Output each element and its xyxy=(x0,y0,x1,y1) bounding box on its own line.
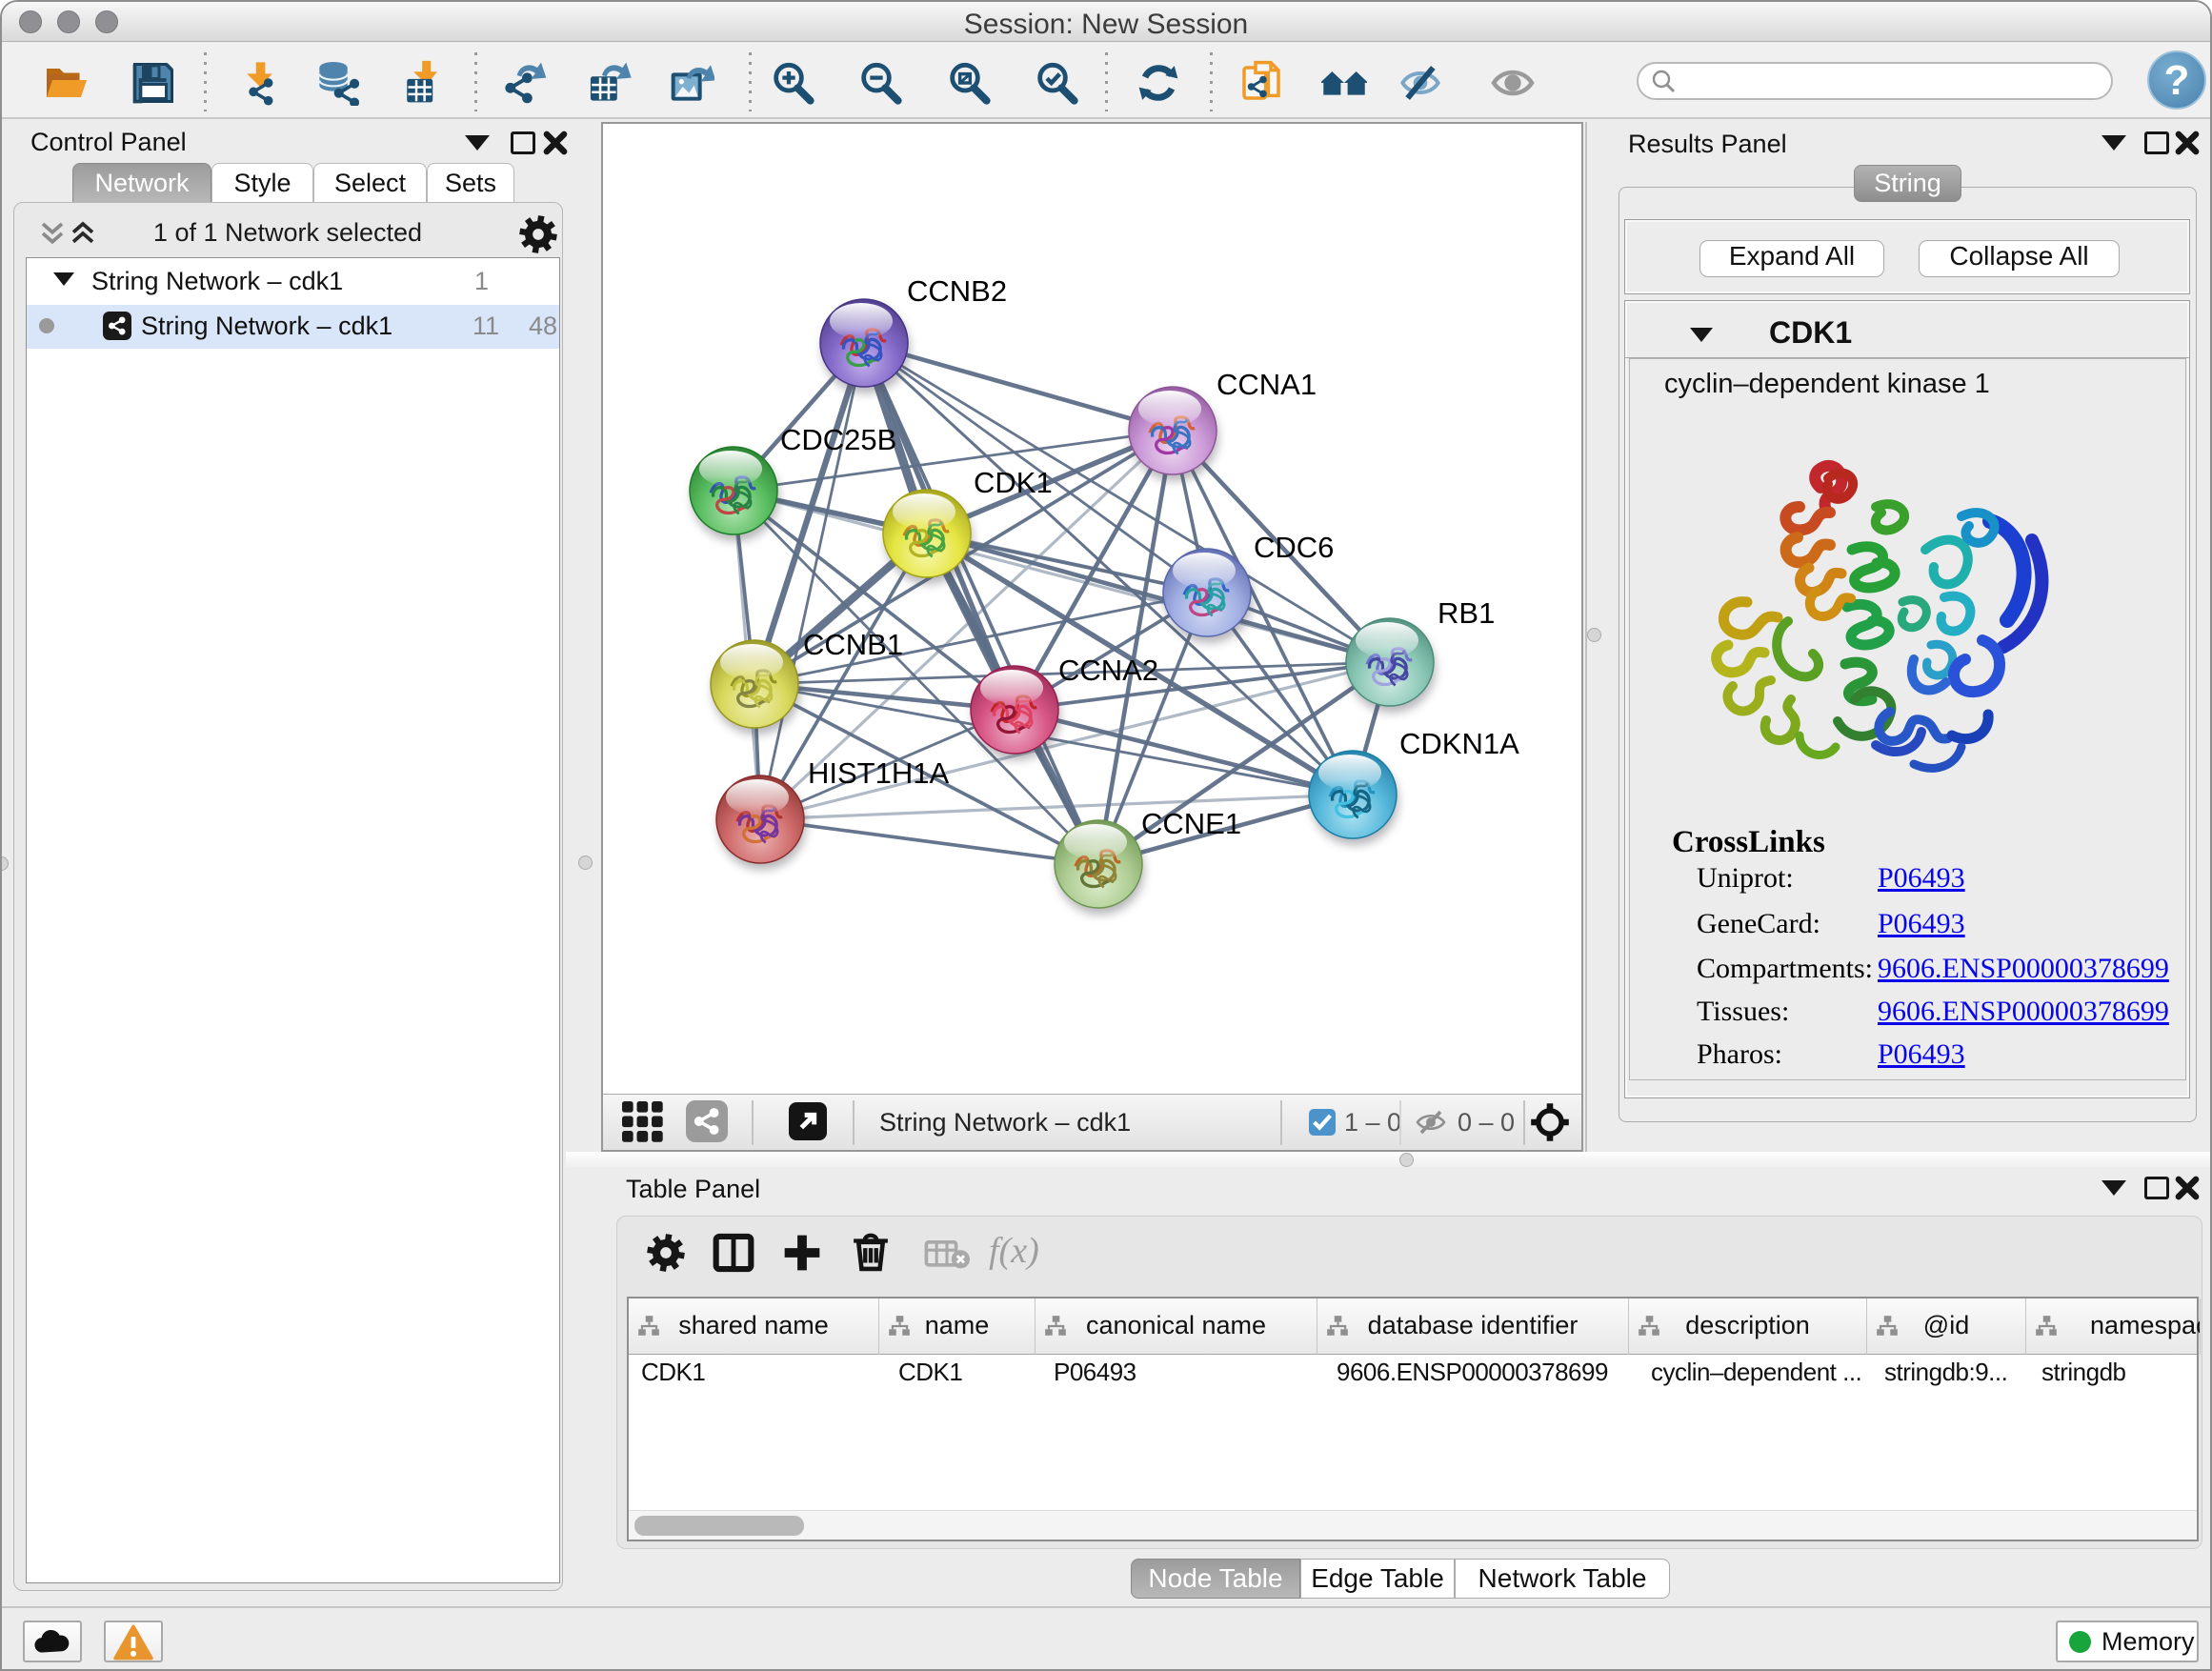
svg-text:CCNB1: CCNB1 xyxy=(803,628,903,661)
svg-text:CDK1: CDK1 xyxy=(974,466,1053,499)
svg-text:HIST1H1A: HIST1H1A xyxy=(808,756,949,790)
svg-text:CDC6: CDC6 xyxy=(1254,531,1334,564)
svg-text:CCNA2: CCNA2 xyxy=(1058,654,1158,687)
svg-text:CCNB2: CCNB2 xyxy=(907,274,1007,308)
svg-text:CDKN1A: CDKN1A xyxy=(1399,727,1519,760)
svg-text:CCNA1: CCNA1 xyxy=(1217,368,1317,401)
svg-text:CCNE1: CCNE1 xyxy=(1141,807,1241,840)
svg-text:RB1: RB1 xyxy=(1438,596,1495,630)
svg-text:CDC25B: CDC25B xyxy=(780,423,896,456)
